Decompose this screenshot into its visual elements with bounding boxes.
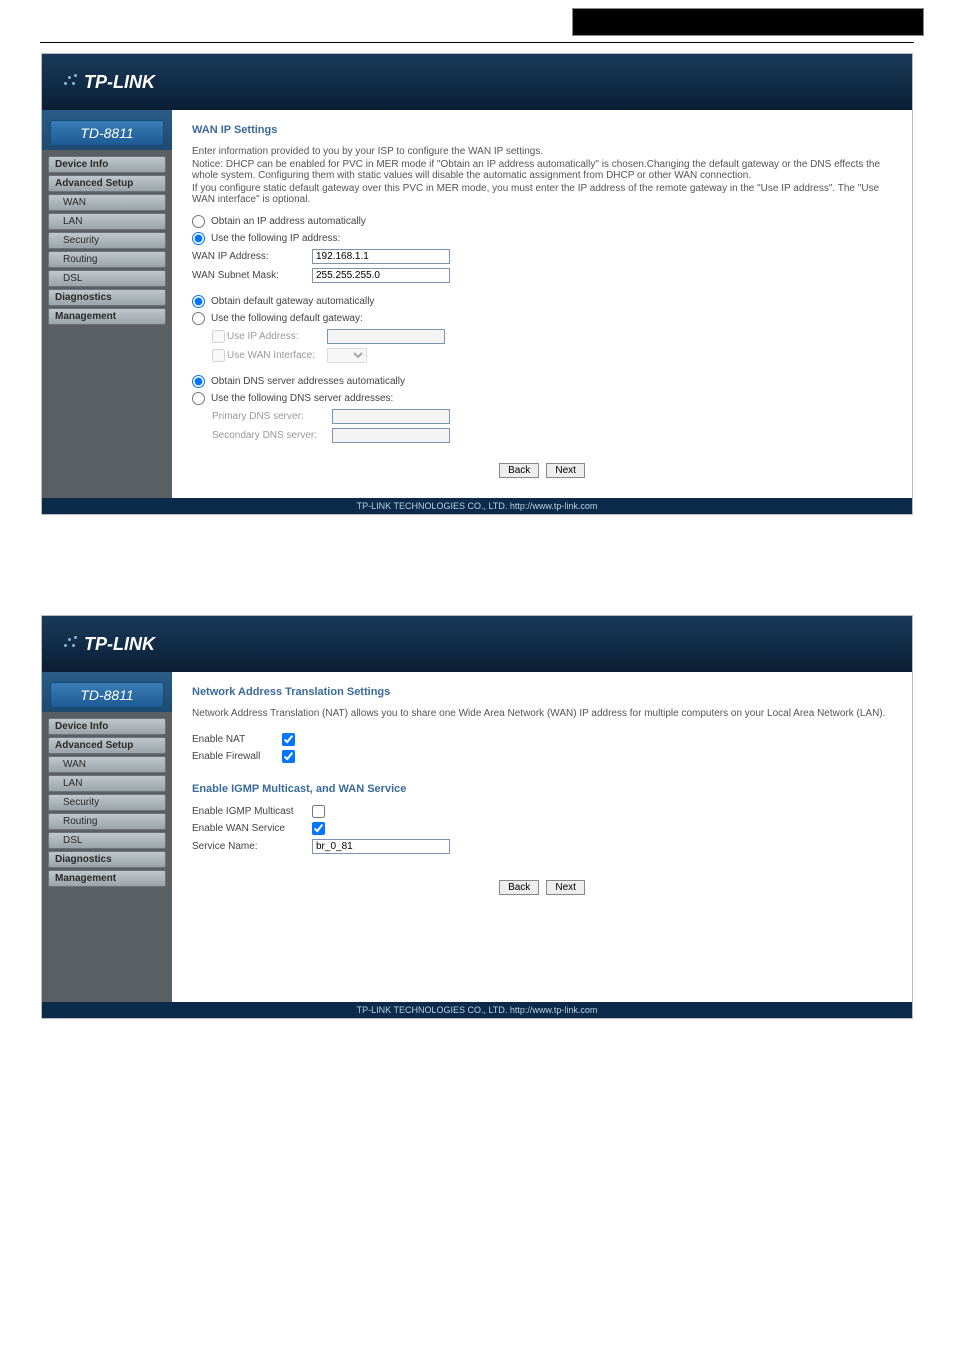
input-wan-mask[interactable] [312, 268, 450, 283]
brand-text-2: TP-LINK [84, 634, 155, 655]
label-dns-auto: Obtain DNS server addresses automaticall… [211, 376, 405, 387]
sidebar: TD-8811 Device Info Advanced Setup WAN L… [42, 110, 172, 498]
label-wan-mask: WAN Subnet Mask: [192, 270, 312, 281]
label-enable-firewall: Enable Firewall [192, 751, 282, 762]
label-dns-static: Use the following DNS server addresses: [211, 393, 393, 404]
select-use-wan-if[interactable] [327, 348, 367, 363]
nav-management[interactable]: Management [48, 308, 166, 325]
checkbox-enable-firewall[interactable] [282, 750, 295, 763]
doc-hr [40, 42, 914, 43]
back-button[interactable]: Back [499, 463, 539, 478]
label-enable-igmp: Enable IGMP Multicast [192, 806, 312, 817]
label-service-name: Service Name: [192, 841, 312, 852]
back-button-2[interactable]: Back [499, 880, 539, 895]
nav-dsl[interactable]: DSL [48, 270, 166, 287]
label-use-following-ip: Use the following IP address: [211, 233, 340, 244]
doc-header-black-box [572, 8, 924, 36]
label-gw-auto: Obtain default gateway automatically [211, 296, 374, 307]
radio-dns-auto[interactable] [192, 375, 205, 388]
input-wan-ip[interactable] [312, 249, 450, 264]
input-dns1[interactable] [332, 409, 450, 424]
desc-1: Enter information provided to you by you… [192, 146, 892, 157]
screenshot-wan-ip: TP-LINK TD-8811 Device Info Advanced Set… [41, 53, 913, 515]
radio-use-following-ip[interactable] [192, 232, 205, 245]
section-igmp-wan: Enable IGMP Multicast, and WAN Service [192, 783, 892, 795]
nav-routing[interactable]: Routing [48, 251, 166, 268]
footer-bar: TP-LINK TECHNOLOGIES CO., LTD. http://ww… [42, 498, 912, 514]
nav2-lan[interactable]: LAN [48, 775, 166, 792]
desc-2: Notice: DHCP can be enabled for PVC in M… [192, 159, 892, 181]
nav2-routing[interactable]: Routing [48, 813, 166, 830]
nav2-wan[interactable]: WAN [48, 756, 166, 773]
nav-advanced-setup[interactable]: Advanced Setup [48, 175, 166, 192]
nav-device-info[interactable]: Device Info [48, 156, 166, 173]
label-dns2: Secondary DNS server: [212, 430, 332, 441]
nav-diagnostics[interactable]: Diagnostics [48, 289, 166, 306]
nav2-security[interactable]: Security [48, 794, 166, 811]
sidebar-2: TD-8811 Device Info Advanced Setup WAN L… [42, 672, 172, 1002]
nav2-dsl[interactable]: DSL [48, 832, 166, 849]
input-use-ip[interactable] [327, 329, 445, 344]
desc-3: If you configure static default gateway … [192, 183, 892, 205]
label-enable-wan-service: Enable WAN Service [192, 823, 312, 834]
radio-obtain-ip-auto[interactable] [192, 215, 205, 228]
footer-bar-2: TP-LINK TECHNOLOGIES CO., LTD. http://ww… [42, 1002, 912, 1018]
content-pane: WAN IP Settings Enter information provid… [172, 110, 912, 498]
radio-gw-static[interactable] [192, 312, 205, 325]
nav-wan[interactable]: WAN [48, 194, 166, 211]
checkbox-enable-igmp[interactable] [312, 805, 325, 818]
label-wan-ip: WAN IP Address: [192, 251, 312, 262]
page-title-2: Network Address Translation Settings [192, 686, 892, 698]
nat-desc: Network Address Translation (NAT) allows… [192, 708, 892, 719]
nav2-diagnostics[interactable]: Diagnostics [48, 851, 166, 868]
model-badge-2: TD-8811 [50, 682, 164, 708]
screenshot-nat: TP-LINK TD-8811 Device Info Advanced Set… [41, 615, 913, 1019]
nav2-advanced-setup[interactable]: Advanced Setup [48, 737, 166, 754]
checkbox-enable-wan-service[interactable] [312, 822, 325, 835]
label-use-ip: Use IP Address: [227, 331, 327, 342]
nav2-device-info[interactable]: Device Info [48, 718, 166, 735]
checkbox-enable-nat[interactable] [282, 733, 295, 746]
header-bar: TP-LINK [42, 54, 912, 110]
radio-dns-static[interactable] [192, 392, 205, 405]
label-dns1: Primary DNS server: [212, 411, 332, 422]
content-pane-2: Network Address Translation Settings Net… [172, 672, 912, 1002]
label-gw-static: Use the following default gateway: [211, 313, 363, 324]
nav2-management[interactable]: Management [48, 870, 166, 887]
input-dns2[interactable] [332, 428, 450, 443]
logo-icon [62, 74, 78, 90]
input-service-name[interactable] [312, 839, 450, 854]
nav-lan[interactable]: LAN [48, 213, 166, 230]
label-obtain-ip-auto: Obtain an IP address automatically [211, 216, 366, 227]
model-badge: TD-8811 [50, 120, 164, 146]
next-button-2[interactable]: Next [546, 880, 585, 895]
header-bar-2: TP-LINK [42, 616, 912, 672]
page-title: WAN IP Settings [192, 124, 892, 136]
nav-security[interactable]: Security [48, 232, 166, 249]
checkbox-use-ip[interactable] [212, 330, 225, 343]
label-use-wan-if: Use WAN Interface: [227, 350, 327, 361]
label-enable-nat: Enable NAT [192, 734, 282, 745]
logo-icon-2 [62, 636, 78, 652]
brand-text: TP-LINK [84, 72, 155, 93]
checkbox-use-wan-if[interactable] [212, 349, 225, 362]
next-button[interactable]: Next [546, 463, 585, 478]
radio-gw-auto[interactable] [192, 295, 205, 308]
